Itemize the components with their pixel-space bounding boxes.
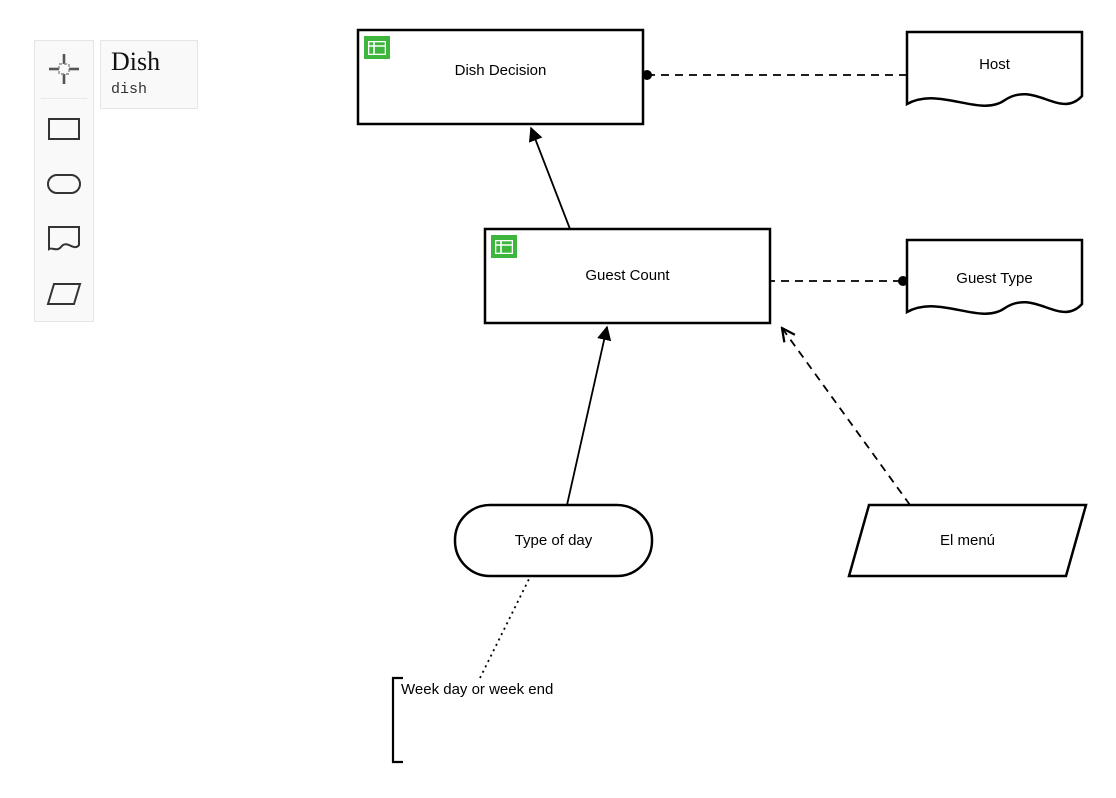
edge-elmenu-to-guestcount (782, 328, 910, 505)
edge-dot-guesttype (898, 276, 908, 286)
decision-badge-icon (491, 235, 517, 258)
edge-annotation-to-typeofday (480, 577, 530, 678)
node-host[interactable] (907, 32, 1082, 106)
node-guest-count[interactable] (485, 229, 770, 323)
node-dish-decision[interactable] (358, 30, 643, 124)
node-type-of-day[interactable] (455, 505, 652, 576)
node-guest-type[interactable] (907, 240, 1082, 314)
node-el-menu[interactable] (849, 505, 1086, 576)
decision-badge-icon (364, 36, 390, 59)
edge-typeofday-to-guestcount (567, 327, 607, 505)
diagram-canvas[interactable] (0, 0, 1116, 798)
edge-dot-dishdecision (642, 70, 652, 80)
annotation-weekday[interactable]: Week day or week end (401, 681, 566, 698)
edge-guestcount-to-dishdecision (531, 128, 570, 229)
